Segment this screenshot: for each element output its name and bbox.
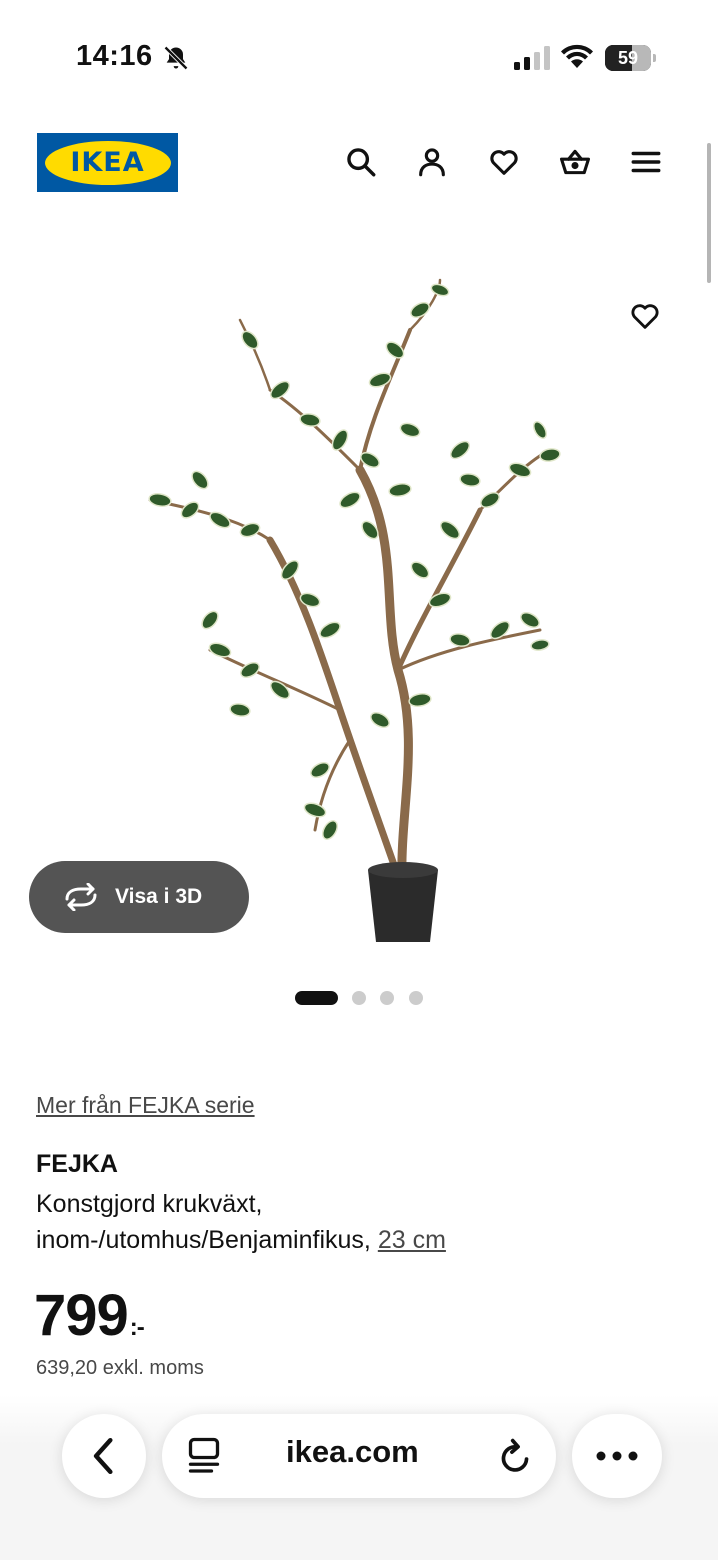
reload-icon[interactable] — [496, 1436, 534, 1476]
ikea-logo[interactable]: IKEA — [37, 133, 178, 192]
price-main: 799 — [34, 1283, 129, 1348]
carousel-dot-2[interactable] — [352, 991, 366, 1005]
price-excl-vat: 639,20 exkl. moms — [36, 1357, 204, 1379]
logo-text: IKEA — [70, 147, 145, 178]
bell-slash-icon — [164, 46, 188, 70]
series-link[interactable]: Mer från FEJKA serie — [36, 1092, 255, 1119]
url-text[interactable]: ikea.com — [286, 1434, 419, 1470]
cellular-signal-icon — [514, 46, 550, 70]
battery-body: 59 — [605, 45, 651, 71]
carousel-dot-4[interactable] — [409, 991, 423, 1005]
view-in-3d-label: Visa i 3D — [115, 885, 203, 908]
wifi-icon — [561, 44, 593, 68]
heart-outline-icon — [631, 304, 659, 329]
product-name: FEJKA — [36, 1150, 118, 1178]
price-suffix: :- — [129, 1314, 145, 1341]
back-button[interactable] — [62, 1414, 146, 1498]
rotate-3d-icon — [65, 883, 97, 911]
status-time: 14:16 — [76, 40, 153, 72]
product-description-text: Konstgjord krukväxt, inom-/utomhus/Benja… — [36, 1190, 378, 1254]
carousel-dot-1[interactable] — [295, 991, 338, 1005]
logo-oval: IKEA — [44, 140, 171, 185]
battery-cap — [653, 54, 656, 62]
account-icon[interactable] — [413, 143, 451, 181]
plant-pot — [368, 862, 438, 942]
carousel-dot-3[interactable] — [380, 991, 394, 1005]
product-image-carousel[interactable] — [0, 210, 718, 970]
back-arrow-icon — [93, 1437, 113, 1475]
product-size-link[interactable]: 23 cm — [378, 1226, 446, 1254]
heart-icon[interactable] — [485, 143, 523, 181]
basket-icon[interactable] — [556, 143, 594, 181]
add-to-favourites-button[interactable] — [612, 283, 678, 349]
product-price: 799:- — [34, 1282, 145, 1349]
more-icon — [596, 1451, 638, 1461]
tabs-icon[interactable] — [186, 1436, 222, 1476]
view-in-3d-button[interactable]: Visa i 3D — [29, 861, 249, 933]
status-bar: 14:16 59 — [0, 0, 718, 110]
menu-icon[interactable] — [627, 143, 665, 181]
more-button[interactable] — [572, 1414, 662, 1498]
carousel-pagination — [0, 989, 718, 1005]
search-icon[interactable] — [342, 143, 380, 181]
product-image — [148, 278, 561, 942]
product-description: Konstgjord krukväxt, inom-/utomhus/Benja… — [36, 1186, 596, 1258]
battery-level: 59 — [617, 48, 639, 68]
battery-icon: 59 — [605, 45, 657, 71]
